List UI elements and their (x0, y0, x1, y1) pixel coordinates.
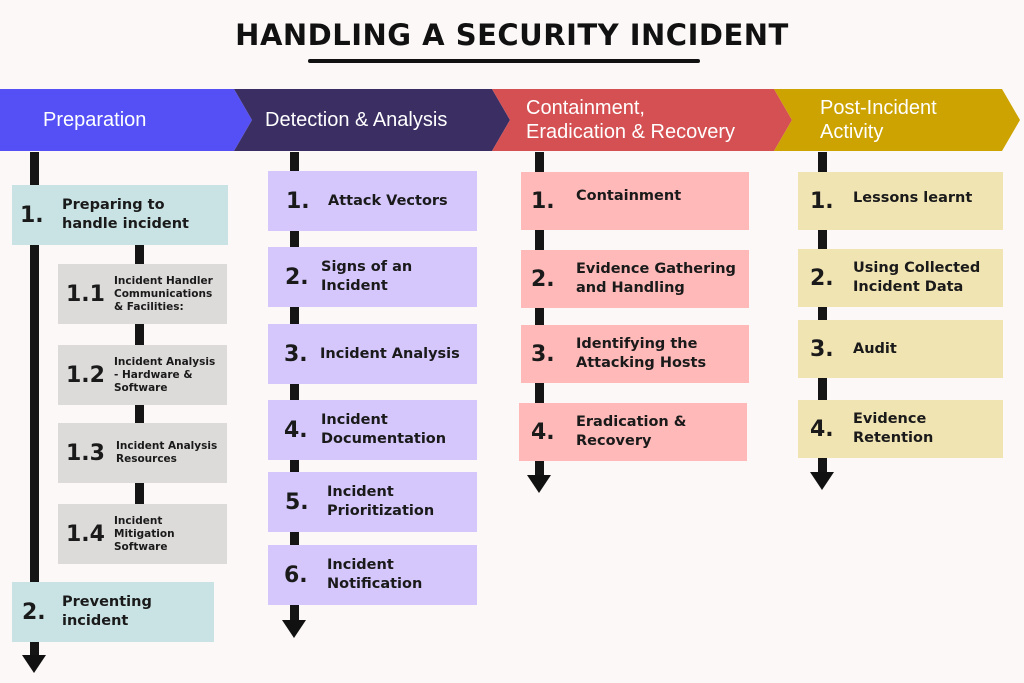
step-text: Incident Analysis Resources (116, 440, 218, 465)
post-incident-step-3: 3. Audit (798, 320, 1003, 378)
step-text: Eradication & Recovery (576, 414, 687, 449)
step-number: 2. (531, 266, 555, 292)
containment-step-1: 1. Containment (521, 172, 749, 230)
containment-step-2: 2. Evidence Gathering and Handling (521, 250, 749, 308)
containment-step-3: 3. Identifying the Attacking Hosts (521, 325, 749, 383)
step-text: Incident Mitigation Software (114, 514, 175, 553)
step-number: 1. (810, 188, 834, 214)
preparation-step-1: 1. Preparing to handle incident (12, 185, 228, 245)
step-text: Containment (576, 187, 682, 204)
phase-post-incident-activity: Post-Incident Activity (774, 89, 1020, 151)
phase-label-line1: Post-Incident (820, 97, 937, 119)
step-text: Identifying the Attacking Hosts (576, 336, 707, 371)
step-number: 4. (284, 417, 308, 443)
post-incident-step-4: 4. Evidence Retention (798, 400, 1003, 458)
post-incident-step-2: 2. Using Collected Incident Data (798, 249, 1003, 307)
step-number: 3. (531, 341, 555, 367)
step-text: Lessons learnt (853, 189, 973, 206)
step-text: Incident Analysis (320, 345, 460, 362)
phase-label: Preparation (43, 109, 147, 131)
step-text: Evidence Retention (853, 411, 934, 446)
detection-step-5: 5. Incident Prioritization (268, 472, 477, 532)
page-title: HANDLING A SECURITY INCIDENT (235, 18, 789, 52)
step-text: Incident Prioritization (327, 484, 435, 519)
phase-containment-eradication-recovery: Containment, Eradication & Recovery (492, 89, 792, 151)
step-number: 1.2 (66, 362, 105, 388)
arrow-down-icon (22, 655, 46, 673)
step-number: 1. (20, 202, 44, 228)
step-text: Incident Handler Communications & Facili… (114, 274, 213, 313)
phase-label: Detection & Analysis (265, 109, 448, 131)
arrow-down-icon (810, 472, 834, 490)
preparation-substep-1-3: 1.3 Incident Analysis Resources (58, 423, 227, 483)
step-number: 1.4 (66, 521, 105, 547)
phase-label-line2: Activity (820, 121, 884, 143)
phase-label-line1: Containment, (526, 97, 645, 119)
detection-step-4: 4. Incident Documentation (268, 400, 477, 460)
phase-preparation: Preparation (0, 89, 252, 151)
detection-step-3: 3. Incident Analysis (268, 324, 477, 384)
preparation-substep-1-1: 1.1 Incident Handler Communications & Fa… (58, 264, 227, 324)
step-number: 2. (810, 265, 834, 291)
phase-detection-analysis: Detection & Analysis (234, 89, 510, 151)
preparation-substep-1-4: 1.4 Incident Mitigation Software (58, 504, 227, 564)
step-number: 1.1 (66, 281, 105, 307)
step-number: 3. (810, 336, 834, 362)
step-number: 1. (531, 188, 555, 214)
step-number: 3. (284, 341, 308, 367)
preparation-step-2: 2. Preventing incident (12, 582, 214, 642)
step-text: Preparing to handle incident (62, 197, 189, 232)
step-number: 1.3 (66, 440, 105, 466)
step-text: Evidence Gathering and Handling (576, 261, 736, 296)
arrow-down-icon (282, 620, 306, 638)
step-text: Audit (853, 340, 897, 357)
step-number: 5. (285, 489, 309, 515)
step-number: 2. (285, 264, 309, 290)
detection-step-6: 6. Incident Notification (268, 545, 477, 605)
step-number: 4. (810, 416, 834, 442)
step-number: 4. (531, 419, 555, 445)
post-incident-step-1: 1. Lessons learnt (798, 172, 1003, 230)
detection-step-2: 2. Signs of an Incident (268, 247, 477, 307)
title-underline (308, 59, 700, 63)
step-text: Using Collected Incident Data (853, 260, 981, 295)
step-text: Preventing incident (62, 594, 152, 629)
step-number: 6. (284, 562, 308, 588)
step-number: 2. (22, 599, 46, 625)
step-text: Incident Documentation (321, 412, 447, 447)
preparation-substep-1-2: 1.2 Incident Analysis - Hardware & Softw… (58, 345, 227, 405)
step-number: 1. (286, 188, 310, 214)
detection-step-1: 1. Attack Vectors (268, 171, 477, 231)
step-text: Attack Vectors (328, 192, 448, 209)
arrow-down-icon (527, 475, 551, 493)
phase-label-line2: Eradication & Recovery (526, 121, 735, 143)
step-text: Signs of an Incident (321, 259, 413, 294)
step-text: Incident Analysis - Hardware & Software (114, 355, 216, 394)
containment-step-4: 4. Eradication & Recovery (519, 403, 747, 461)
step-text: Incident Notification (327, 557, 423, 592)
